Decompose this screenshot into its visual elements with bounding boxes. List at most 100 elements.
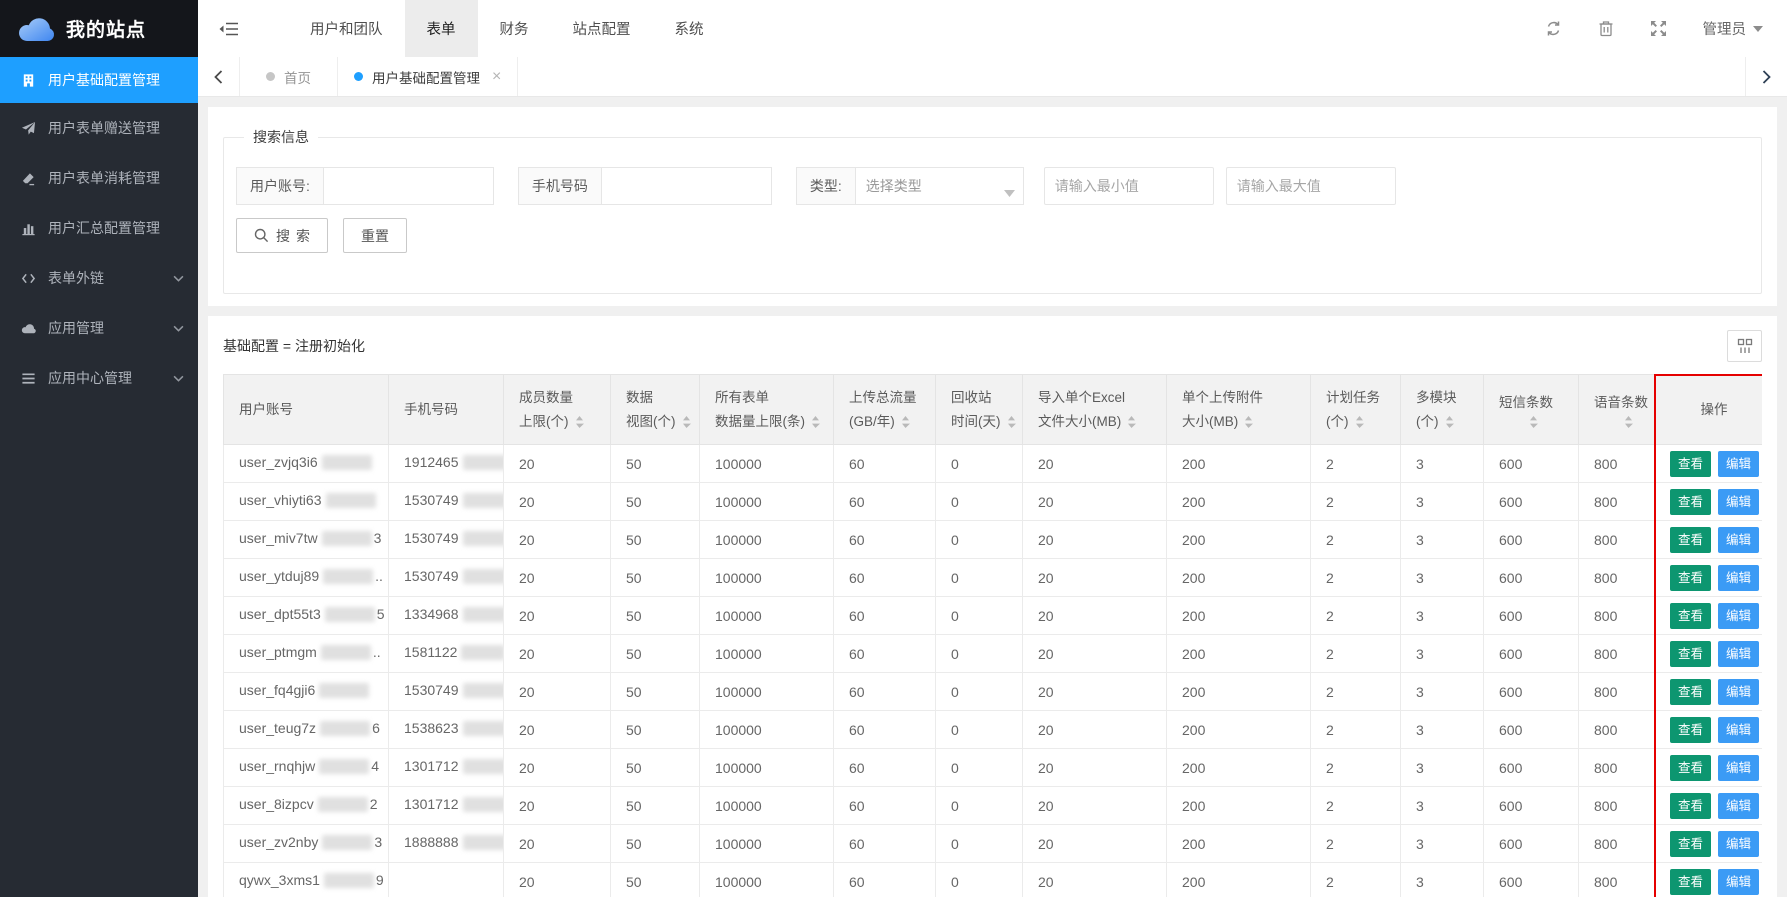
value-cell: 2	[1311, 787, 1401, 825]
phone-cell: 18888889	[389, 825, 504, 863]
max-value-input[interactable]	[1226, 167, 1396, 205]
view-button[interactable]: 查看	[1670, 451, 1711, 477]
view-button[interactable]: 查看	[1670, 641, 1711, 667]
sort-icon[interactable]	[1355, 415, 1364, 429]
reset-button[interactable]: 重置	[343, 218, 407, 253]
value-cell: 800	[1579, 787, 1655, 825]
view-button[interactable]: 查看	[1670, 489, 1711, 515]
tab[interactable]: 用户基础配置管理×	[338, 57, 518, 96]
edit-button[interactable]: 编辑	[1718, 869, 1759, 895]
sort-icon[interactable]	[1529, 415, 1538, 429]
view-button[interactable]: 查看	[1670, 717, 1711, 743]
brand-logo[interactable]: 我的站点	[0, 0, 198, 57]
sidebar-item[interactable]: 用户汇总配置管理	[0, 203, 198, 253]
account-cell: user_vhiyti63	[224, 483, 389, 521]
operation-cell: 查看编辑	[1655, 635, 1763, 673]
edit-button[interactable]: 编辑	[1718, 831, 1759, 857]
sort-icon[interactable]	[901, 415, 910, 429]
sidebar-item[interactable]: 用户表单赠送管理	[0, 103, 198, 153]
sidebar-item[interactable]: 用户表单消耗管理	[0, 153, 198, 203]
view-button[interactable]: 查看	[1670, 527, 1711, 553]
value-cell: 50	[611, 597, 700, 635]
view-button[interactable]: 查看	[1670, 679, 1711, 705]
view-button[interactable]: 查看	[1670, 565, 1711, 591]
sort-icon[interactable]	[1445, 415, 1454, 429]
value-cell: 800	[1579, 673, 1655, 711]
edit-button[interactable]: 编辑	[1718, 603, 1759, 629]
redacted-blur	[463, 797, 504, 812]
value-cell: 50	[611, 825, 700, 863]
edit-button[interactable]: 编辑	[1718, 565, 1759, 591]
sort-icon[interactable]	[575, 415, 584, 429]
phone-input[interactable]	[602, 167, 772, 205]
value-cell: 600	[1484, 749, 1579, 787]
topnav-menu[interactable]: 用户和团队	[288, 0, 405, 57]
sort-icon[interactable]	[1127, 415, 1136, 429]
search-button[interactable]: 搜索	[236, 218, 328, 253]
view-button[interactable]: 查看	[1670, 755, 1711, 781]
code-link-icon	[20, 271, 37, 286]
edit-button[interactable]: 编辑	[1718, 755, 1759, 781]
sidebar-item[interactable]: 用户基础配置管理	[0, 57, 198, 103]
table-row: user_zvjq3i61912465020501000006002020023…	[224, 445, 1763, 483]
sort-icon[interactable]	[1624, 415, 1633, 429]
phone-cell: 13017124	[389, 749, 504, 787]
edit-button[interactable]: 编辑	[1718, 679, 1759, 705]
topnav-menu[interactable]: 表单	[405, 0, 478, 57]
account-cell: user_ptmgm..	[224, 635, 389, 673]
column-header: 计划任务(个)	[1311, 375, 1401, 445]
sidebar-item[interactable]: 应用中心管理	[0, 353, 198, 403]
sort-icon[interactable]	[1007, 415, 1016, 429]
column-settings-button[interactable]	[1727, 330, 1762, 362]
sort-icon[interactable]	[682, 415, 691, 429]
fullscreen-button[interactable]	[1650, 20, 1667, 37]
topnav-menu[interactable]: 系统	[653, 0, 726, 57]
operation-cell: 查看编辑	[1655, 445, 1763, 483]
view-button[interactable]: 查看	[1670, 603, 1711, 629]
sort-icon[interactable]	[811, 415, 820, 429]
sidebar: 我的站点 用户基础配置管理用户表单赠送管理用户表单消耗管理用户汇总配置管理表单外…	[0, 0, 198, 897]
view-button[interactable]: 查看	[1670, 831, 1711, 857]
view-button[interactable]: 查看	[1670, 869, 1711, 895]
topnav-menu[interactable]: 站点配置	[551, 0, 653, 57]
redacted-blur	[319, 759, 369, 774]
value-cell: 100000	[700, 597, 834, 635]
tab[interactable]: 首页	[240, 57, 338, 96]
search-buttons-row: 搜索 重置	[236, 218, 1749, 253]
value-cell: 3	[1401, 635, 1484, 673]
value-cell: 20	[504, 559, 611, 597]
view-button[interactable]: 查看	[1670, 793, 1711, 819]
user-menu[interactable]: 管理员	[1703, 18, 1764, 39]
min-value-input[interactable]	[1044, 167, 1214, 205]
value-cell: 2	[1311, 711, 1401, 749]
value-cell: 200	[1167, 559, 1311, 597]
close-icon[interactable]: ×	[492, 68, 501, 86]
value-cell: 2	[1311, 559, 1401, 597]
edit-button[interactable]: 编辑	[1718, 717, 1759, 743]
value-cell: 200	[1167, 521, 1311, 559]
type-select[interactable]: 选择类型	[856, 167, 1024, 205]
edit-button[interactable]: 编辑	[1718, 527, 1759, 553]
sidebar-item[interactable]: 应用管理	[0, 303, 198, 353]
phone-cell: 13017123	[389, 787, 504, 825]
tabs-scroll-right-button[interactable]	[1745, 57, 1787, 96]
account-input[interactable]	[324, 167, 494, 205]
trash-button[interactable]	[1598, 20, 1614, 37]
value-cell: 200	[1167, 635, 1311, 673]
edit-button[interactable]: 编辑	[1718, 451, 1759, 477]
topnav-menu[interactable]: 财务	[478, 0, 551, 57]
value-cell: 50	[611, 483, 700, 521]
table-toolbar: 基础配置 = 注册初始化	[208, 316, 1777, 374]
value-cell: 200	[1167, 445, 1311, 483]
topnav: 用户和团队表单财务站点配置系统 管理员	[198, 0, 1787, 57]
sidebar-item[interactable]: 表单外链	[0, 253, 198, 303]
edit-button[interactable]: 编辑	[1718, 489, 1759, 515]
sidebar-toggle-button[interactable]	[198, 0, 260, 57]
edit-button[interactable]: 编辑	[1718, 793, 1759, 819]
redacted-blur	[323, 569, 373, 584]
refresh-button[interactable]	[1545, 20, 1562, 37]
tabs-scroll-left-button[interactable]	[198, 57, 240, 96]
edit-button[interactable]: 编辑	[1718, 641, 1759, 667]
sort-icon[interactable]	[1244, 415, 1253, 429]
reset-button-label: 重置	[361, 226, 389, 246]
